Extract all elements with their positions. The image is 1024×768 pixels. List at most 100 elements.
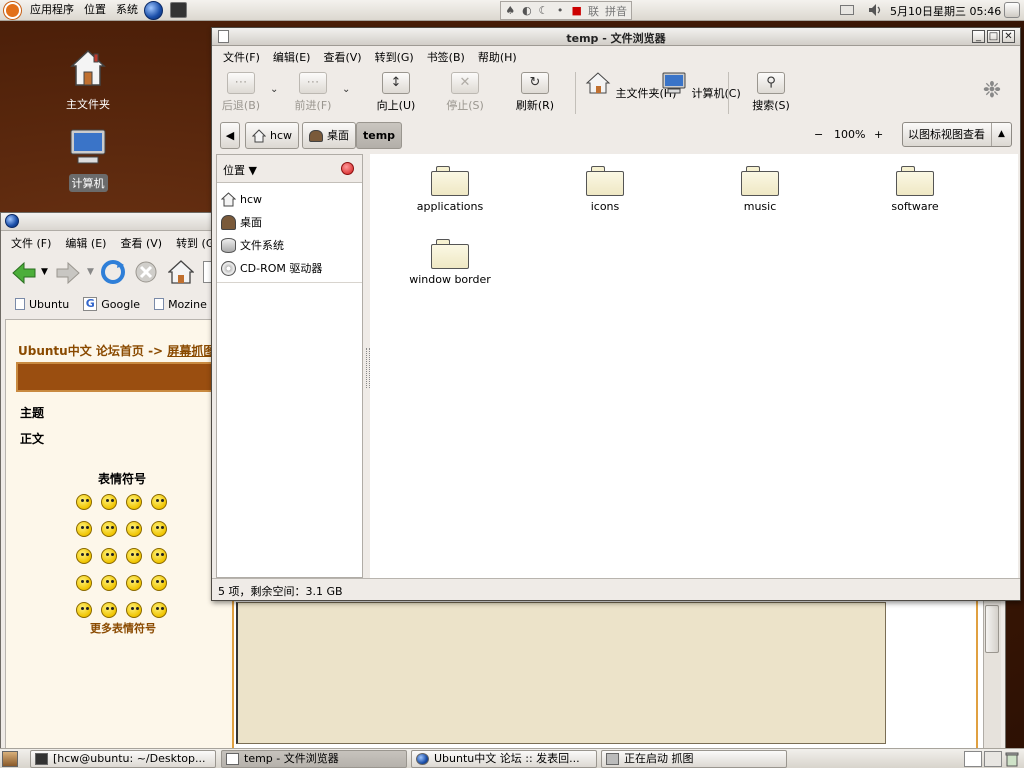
sidebar-type-select[interactable]: 位置 ▼ bbox=[223, 162, 257, 178]
path-scroll-left-button[interactable]: ◀ bbox=[220, 122, 240, 149]
folder-software[interactable]: software bbox=[855, 166, 975, 213]
terminal-icon[interactable] bbox=[170, 2, 187, 18]
menu-places[interactable]: 位置 bbox=[84, 3, 106, 17]
smiley-icon[interactable] bbox=[151, 521, 167, 537]
globe-icon[interactable] bbox=[144, 1, 163, 20]
close-button[interactable]: ✕ bbox=[1002, 30, 1015, 43]
home-button[interactable]: 主文件夹(H) bbox=[584, 72, 676, 116]
tray-pinyin[interactable]: 拼音 bbox=[603, 3, 629, 19]
ff-back-icon[interactable] bbox=[11, 261, 37, 285]
penguin-icon[interactable]: ♠ bbox=[503, 3, 518, 18]
post-body-textarea[interactable] bbox=[236, 602, 886, 744]
ff-menu-go[interactable]: 转到 (G bbox=[176, 235, 214, 251]
smiley-icon[interactable] bbox=[76, 548, 92, 564]
desktop-computer-icon[interactable]: 计算机 bbox=[56, 127, 120, 192]
smiley-icon[interactable] bbox=[126, 602, 142, 618]
moon-icon[interactable]: ☾ bbox=[536, 3, 551, 18]
bookmark-ubuntu[interactable]: Ubuntu bbox=[15, 297, 69, 311]
back-button[interactable]: ⋯ 后退(B) bbox=[220, 72, 262, 116]
menu-applications[interactable]: 应用程序 bbox=[30, 3, 74, 17]
smiley-icon[interactable] bbox=[126, 575, 142, 591]
ff-reload-icon[interactable] bbox=[100, 259, 126, 285]
more-smilies-link[interactable]: 更多表情符号 bbox=[90, 620, 156, 636]
ff-home-icon[interactable] bbox=[168, 259, 194, 285]
smiley-icon[interactable] bbox=[101, 521, 117, 537]
menu-view[interactable]: 查看(V) bbox=[323, 49, 361, 65]
desktop-home-icon[interactable]: 主文件夹 bbox=[56, 48, 120, 113]
zoom-out-button[interactable]: − bbox=[814, 128, 823, 141]
volume-icon[interactable] bbox=[868, 3, 882, 17]
tray-lian[interactable]: 联 bbox=[586, 3, 601, 19]
menu-bookmarks[interactable]: 书签(B) bbox=[427, 49, 465, 65]
smiley-icon[interactable] bbox=[101, 548, 117, 564]
menu-system[interactable]: 系统 bbox=[116, 3, 138, 17]
ff-back-menu-icon[interactable]: ▼ bbox=[41, 267, 48, 277]
reload-button[interactable]: ↻ 刷新(R) bbox=[512, 72, 558, 116]
trash-icon[interactable] bbox=[1004, 751, 1020, 767]
ff-forward-menu-icon[interactable]: ▼ bbox=[87, 267, 94, 277]
smiley-icon[interactable] bbox=[101, 494, 117, 510]
back-history-icon[interactable]: ⌄ bbox=[270, 84, 278, 95]
smiley-icon[interactable] bbox=[151, 494, 167, 510]
view-mode-select[interactable]: 以图标视图查看 ▲ bbox=[902, 122, 1012, 147]
path-button-desktop[interactable]: 桌面 bbox=[302, 122, 356, 149]
maximize-button[interactable]: □ bbox=[987, 30, 1000, 43]
workspace-1[interactable] bbox=[964, 751, 982, 767]
path-button-temp[interactable]: temp bbox=[356, 122, 403, 149]
smiley-icon[interactable] bbox=[126, 521, 142, 537]
zoom-level[interactable]: 100% bbox=[834, 128, 865, 141]
menu-file[interactable]: 文件(F) bbox=[223, 49, 260, 65]
task-firefox[interactable]: Ubuntu中文 论坛 :: 发表回... bbox=[411, 750, 597, 768]
forward-history-icon[interactable]: ⌄ bbox=[342, 84, 350, 95]
zoom-in-button[interactable]: + bbox=[874, 128, 883, 141]
bookmark-google[interactable]: G Google bbox=[83, 297, 140, 311]
sidebar-item-hcw[interactable]: hcw bbox=[221, 189, 262, 209]
minimize-button[interactable]: _ bbox=[972, 30, 985, 43]
clock[interactable]: 5月10日星期三 05:46 bbox=[890, 3, 1001, 19]
smiley-icon[interactable] bbox=[151, 602, 167, 618]
smiley-icon[interactable] bbox=[76, 494, 92, 510]
folder-music[interactable]: music bbox=[700, 166, 820, 213]
sidebar-item-desktop[interactable]: 桌面 bbox=[221, 212, 262, 232]
task-terminal[interactable]: [hcw@ubuntu: ~/Desktop... bbox=[30, 750, 216, 768]
ubuntu-logo-icon[interactable] bbox=[4, 2, 21, 19]
smiley-icon[interactable] bbox=[126, 494, 142, 510]
workspace-2[interactable] bbox=[984, 751, 1002, 767]
folder-icons[interactable]: icons bbox=[545, 166, 665, 213]
ff-stop-icon[interactable] bbox=[134, 260, 158, 284]
ff-menu-edit[interactable]: 编辑 (E) bbox=[65, 235, 106, 251]
ff-menu-file[interactable]: 文件 (F) bbox=[11, 235, 51, 251]
lock-icon[interactable]: ■ bbox=[569, 3, 584, 18]
smiley-icon[interactable] bbox=[151, 548, 167, 564]
smiley-icon[interactable] bbox=[76, 602, 92, 618]
smiley-icon[interactable] bbox=[101, 575, 117, 591]
search-button[interactable]: ⚲ 搜索(S) bbox=[748, 72, 794, 116]
stop-button[interactable]: ✕ 停止(S) bbox=[442, 72, 488, 116]
smiley-icon[interactable] bbox=[126, 548, 142, 564]
task-file-browser[interactable]: temp - 文件浏览器 bbox=[221, 750, 407, 768]
punctuation-icon[interactable]: • bbox=[553, 3, 568, 18]
computer-button[interactable]: 计算机(C) bbox=[660, 72, 741, 116]
up-button[interactable]: ↕ 向上(U) bbox=[374, 72, 418, 116]
task-screenshot[interactable]: 正在启动 抓图 bbox=[601, 750, 787, 768]
menu-edit[interactable]: 编辑(E) bbox=[273, 49, 311, 65]
menu-go[interactable]: 转到(G) bbox=[375, 49, 414, 65]
forward-button[interactable]: ⋯ 前进(F) bbox=[292, 72, 334, 116]
path-button-hcw[interactable]: hcw bbox=[245, 122, 300, 149]
sidebar-close-icon[interactable] bbox=[341, 162, 354, 175]
sidebar-item-cdrom[interactable]: CD-ROM 驱动器 bbox=[221, 258, 322, 278]
sidebar-item-filesystem[interactable]: 文件系统 bbox=[221, 235, 284, 255]
folder-applications[interactable]: applications bbox=[390, 166, 510, 213]
half-width-icon[interactable]: ◐ bbox=[520, 3, 535, 18]
bookmark-mozine[interactable]: Mozine bbox=[154, 297, 207, 311]
crumb-forum-home[interactable]: Ubuntu中文 论坛首页 bbox=[18, 344, 144, 358]
keyboard-icon[interactable] bbox=[840, 5, 854, 15]
smiley-icon[interactable] bbox=[151, 575, 167, 591]
menu-help[interactable]: 帮助(H) bbox=[478, 49, 517, 65]
smiley-icon[interactable] bbox=[76, 521, 92, 537]
smiley-icon[interactable] bbox=[76, 575, 92, 591]
ff-scrollbar-thumb[interactable] bbox=[985, 605, 999, 653]
ff-forward-icon[interactable] bbox=[55, 261, 81, 285]
crumb-screenshot-link[interactable]: 屏幕抓图 bbox=[167, 344, 215, 358]
smiley-icon[interactable] bbox=[101, 602, 117, 618]
